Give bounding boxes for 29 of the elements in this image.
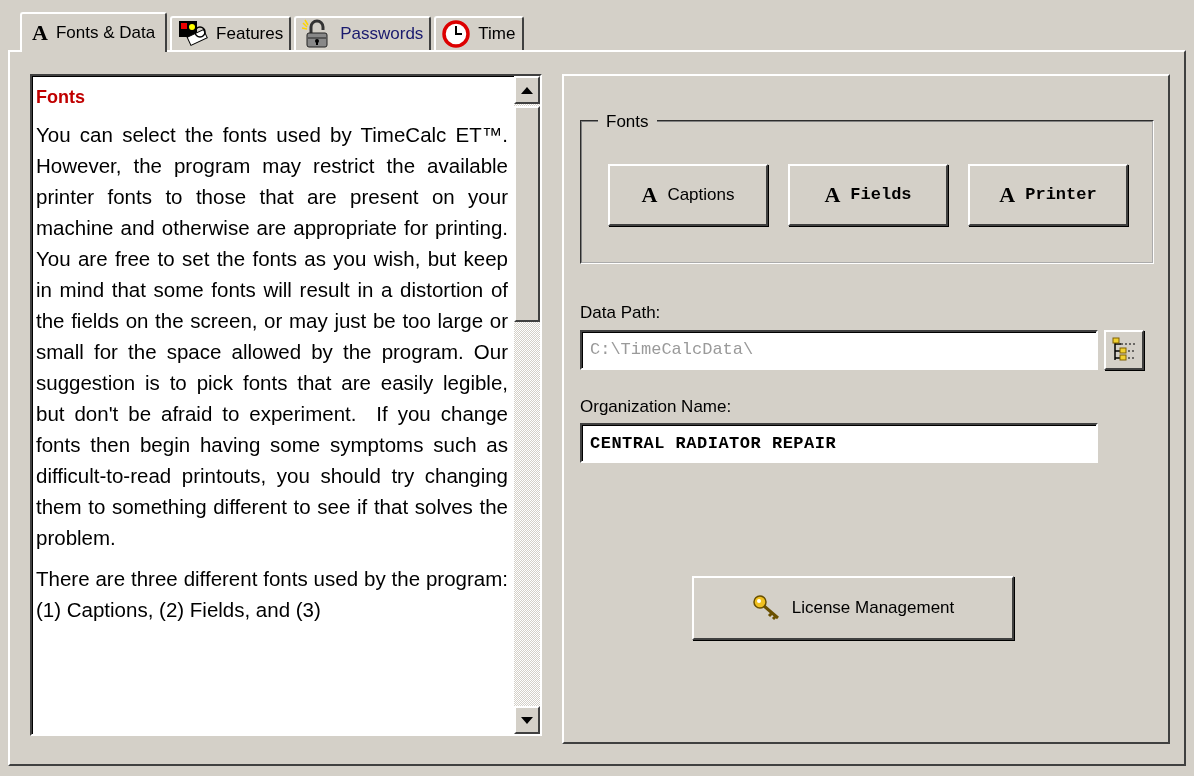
pictures-icon (178, 20, 209, 48)
help-paragraph: There are three different fonts used by the program: (1) Captions, (2) Fields, and (3) (36, 566, 508, 623)
font-button[interactable]: A Fields (788, 164, 948, 226)
font-icon: A (32, 22, 48, 44)
folder-tree-icon (1111, 336, 1137, 363)
down-arrow-icon (521, 716, 533, 724)
tab[interactable]: A Fonts & Data (20, 12, 168, 52)
field-label: Data Path: (580, 302, 662, 324)
font-icon: A (824, 184, 841, 206)
up-arrow-icon (521, 86, 533, 94)
help-heading: Fonts (36, 86, 86, 109)
tab[interactable]: Features (170, 16, 292, 50)
scroll-thumb[interactable] (514, 106, 540, 322)
help-paragraph: You can select the fonts used by TimeCalc ET™. However, the program may restrict the available printer fonts to those that are present on your machine and otherwise are appropriate for printing. You are free to set the fonts as you wish, but keep in mind that some fonts will result in a distortion of the fields on the screen, or may just be too large or small for the space allowed by the program. Our suggestion is to pick fonts that are easily legible, but don't be afraid to experiment. If you change fonts then begin having some symptoms such as difficult-to-read printouts, you should try changing them to something different to see if that solves the problem. (36, 122, 508, 551)
scroll-down-button[interactable] (514, 706, 540, 734)
tab[interactable]: Time (434, 16, 524, 50)
font-icon: A (641, 184, 658, 206)
input-field[interactable]: CENTRAL RADIATOR REPAIR (580, 423, 1098, 463)
clock-icon (442, 20, 471, 48)
license-management-button[interactable]: License Management (692, 576, 1014, 640)
font-button[interactable]: A Printer (968, 164, 1128, 226)
field-label: Organization Name: (580, 395, 733, 418)
scrollbar[interactable] (514, 76, 540, 734)
key-icon (751, 594, 782, 622)
scroll-up-button[interactable] (514, 76, 540, 104)
font-icon: A (999, 184, 1016, 206)
tab[interactable]: Passwords (294, 16, 432, 50)
font-button[interactable]: A Captions (608, 164, 768, 226)
browse-button[interactable] (1104, 329, 1144, 370)
